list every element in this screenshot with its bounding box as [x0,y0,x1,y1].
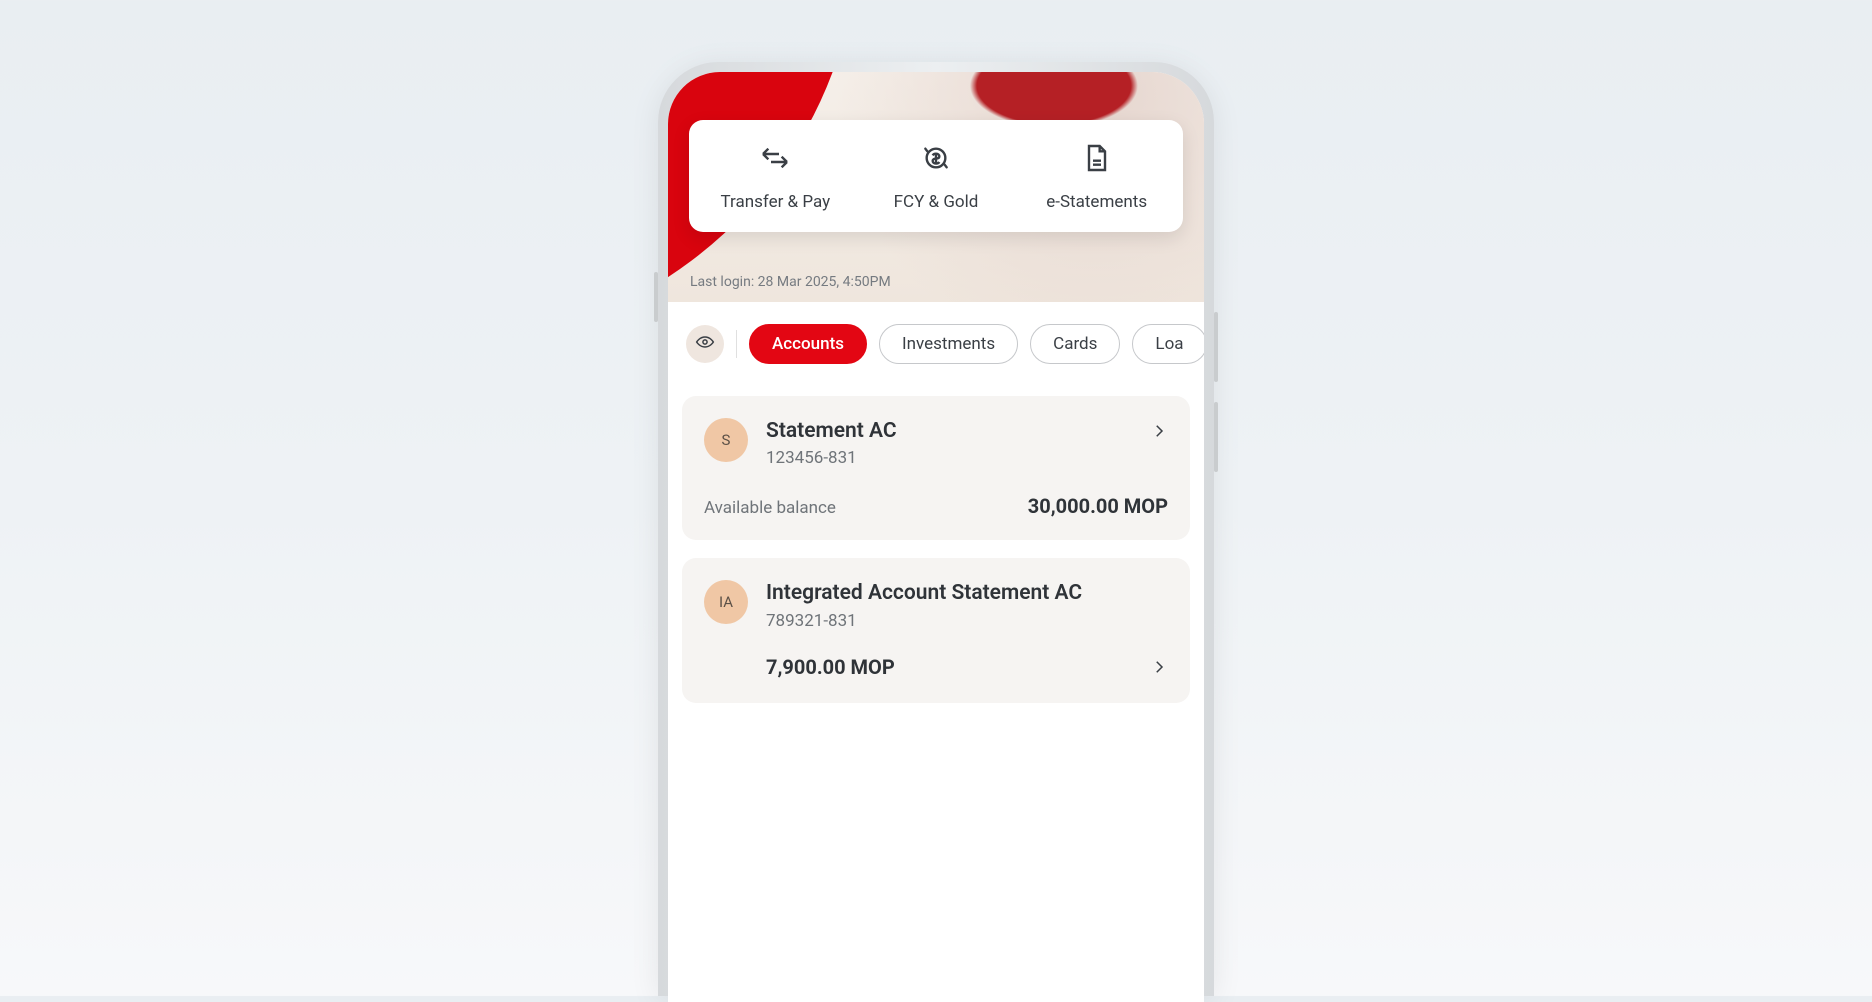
hero-banner: Transfer & Pay FCY & Gold e-Statements L… [668,72,1204,302]
tab-cards[interactable]: Cards [1030,324,1120,364]
phone-screen: Transfer & Pay FCY & Gold e-Statements L… [668,72,1204,1002]
tab-label: Cards [1053,334,1097,354]
account-name: Statement AC [766,418,1132,444]
quick-action-transfer-pay[interactable]: Transfer & Pay [695,142,856,212]
document-icon [1081,142,1113,178]
quick-action-label: Transfer & Pay [721,192,831,212]
account-avatar: S [704,418,748,462]
chevron-right-icon [1150,657,1168,681]
account-number: 123456-831 [766,448,1132,468]
last-login-text: Last login: 28 Mar 2025, 4:50PM [690,274,891,290]
balance-value: 7,900.00 MOP [766,655,895,679]
transfer-icon [759,142,791,178]
account-card[interactable]: IA Integrated Account Statement AC 78932… [682,558,1190,702]
account-card[interactable]: S Statement AC 123456-831 Available bala… [682,396,1190,540]
tab-accounts[interactable]: Accounts [749,324,867,364]
balance-value: 30,000.00 MOP [1028,494,1168,518]
tab-loans-partial[interactable]: Loa [1132,324,1204,364]
quick-action-label: FCY & Gold [894,192,979,212]
account-name: Integrated Account Statement AC [766,580,1168,606]
currency-exchange-icon [920,142,952,178]
divider [736,330,737,358]
quick-action-label: e-Statements [1046,192,1147,212]
toggle-hide-balances-button[interactable] [686,325,724,363]
accounts-list: S Statement AC 123456-831 Available bala… [668,374,1204,703]
chevron-right-icon [1150,422,1168,444]
account-avatar: IA [704,580,748,624]
phone-frame: Transfer & Pay FCY & Gold e-Statements L… [658,62,1214,996]
quick-actions-card: Transfer & Pay FCY & Gold e-Statements [689,120,1183,232]
quick-action-fcy-gold[interactable]: FCY & Gold [856,142,1017,212]
tab-label: Accounts [772,334,844,354]
account-number: 789321-831 [766,611,1168,631]
tab-label: Investments [902,334,995,354]
category-tabs: Accounts Investments Cards Loa [668,302,1204,374]
tab-investments[interactable]: Investments [879,324,1018,364]
eye-icon [695,332,715,356]
tab-label: Loa [1155,334,1183,354]
balance-label: Available balance [704,498,836,518]
quick-action-estatements[interactable]: e-Statements [1016,142,1177,212]
